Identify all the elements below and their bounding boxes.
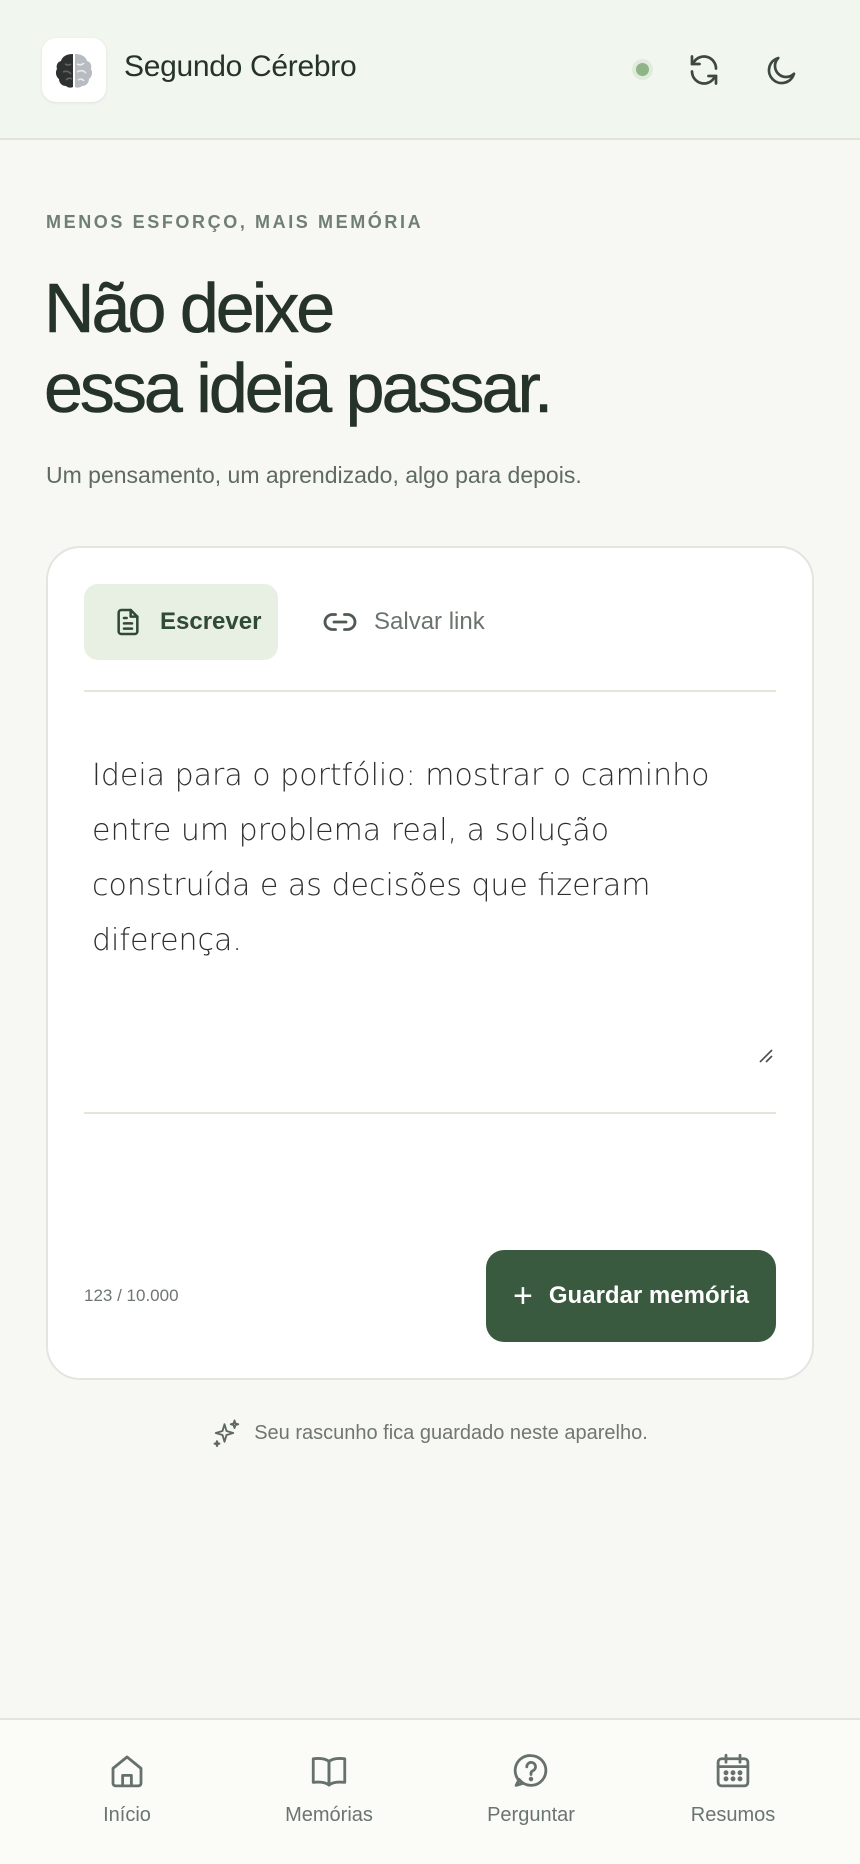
headline-line-1: Não deixe	[44, 269, 336, 348]
tab-write-label: Escrever	[160, 608, 262, 635]
nav-item-perguntar[interactable]: Perguntar	[431, 1750, 631, 1827]
refresh-icon	[690, 55, 718, 85]
hero-headline: Não deixe essa ideia passar.	[44, 268, 554, 428]
tab-save-link-label: Salvar link	[374, 608, 485, 635]
draft-note: Seu rascunho fica guardado neste aparelh…	[0, 1418, 860, 1448]
plus-icon: +	[513, 1277, 533, 1315]
sync-button[interactable]	[682, 48, 726, 92]
nav-label-resumos: Resumos	[690, 1804, 776, 1826]
status-indicator	[636, 63, 649, 76]
memory-textarea[interactable]: Ideia para o portfólio: mostrar o caminh…	[92, 748, 772, 1018]
document-icon	[117, 608, 139, 636]
resize-grip-icon[interactable]	[756, 1046, 774, 1064]
link-icon	[323, 613, 357, 631]
save-memory-label: Guardar memória	[548, 1282, 749, 1309]
nav-label-perguntar: Perguntar	[487, 1804, 575, 1826]
book-icon	[311, 1757, 347, 1787]
moon-icon	[767, 56, 796, 85]
app-title: Segundo Cérebro	[124, 50, 357, 83]
character-counter: 123 / 10.000	[84, 1286, 179, 1305]
nav-item-resumos[interactable]: Resumos	[633, 1750, 833, 1827]
nav-item-memorias[interactable]: Memórias	[229, 1750, 429, 1827]
composer-card: Escrever Salvar link Ideia para o portfó…	[46, 546, 814, 1380]
tab-write[interactable]: Escrever	[84, 584, 278, 660]
hero-eyebrow: MENOS ESFORÇO, MAIS MEMÓRIA	[46, 212, 424, 232]
question-icon	[513, 1754, 548, 1787]
draft-note-text: Seu rascunho fica guardado neste aparelh…	[254, 1421, 648, 1444]
tab-save-link[interactable]: Salvar link	[310, 584, 490, 660]
theme-toggle-button[interactable]	[760, 48, 804, 92]
home-icon	[111, 1755, 143, 1788]
tabs-divider	[84, 690, 776, 692]
nav-label-memorias: Memórias	[285, 1804, 373, 1826]
sparkles-icon	[213, 1419, 240, 1448]
bottom-navigation: Início Memórias Perguntar Resumos	[0, 1718, 860, 1864]
hero-subtitle: Um pensamento, um aprendizado, algo para…	[46, 462, 582, 488]
top-bar: Segundo Cérebro	[0, 0, 860, 140]
save-memory-button[interactable]: + Guardar memória	[486, 1250, 776, 1342]
calendar-icon	[716, 1753, 750, 1788]
textarea-divider	[84, 1112, 776, 1114]
brain-icon	[55, 54, 93, 88]
app-logo	[42, 38, 106, 102]
nav-item-inicio[interactable]: Início	[27, 1750, 227, 1827]
headline-line-2: essa ideia passar.	[44, 349, 554, 428]
nav-label-inicio: Início	[103, 1804, 151, 1826]
